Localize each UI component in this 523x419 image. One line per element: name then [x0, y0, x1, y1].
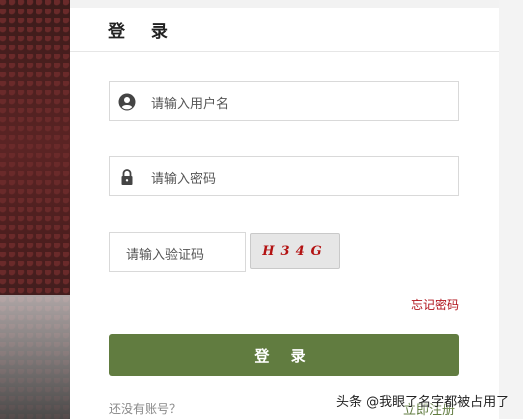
captcha-placeholder: 请输入验证码 — [126, 248, 205, 263]
username-field[interactable]: 请输入用户名 — [109, 81, 459, 121]
login-panel: 登 录 请输入用户名 请输入密码 请输入验证码 H34G 忘记密码 登 录 还没… — [70, 8, 499, 419]
user-icon — [118, 93, 136, 111]
password-placeholder: 请输入密码 — [151, 172, 217, 187]
page-title: 登 录 — [108, 22, 178, 42]
forgot-password-link[interactable]: 忘记密码 — [411, 296, 459, 313]
password-field[interactable]: 请输入密码 — [109, 156, 459, 196]
background-right — [499, 0, 523, 419]
login-button[interactable]: 登 录 — [109, 334, 459, 376]
panel-header: 登 录 — [70, 8, 499, 52]
lock-icon — [118, 168, 136, 186]
background-photo — [0, 0, 70, 419]
username-placeholder: 请输入用户名 — [151, 97, 230, 112]
register-link[interactable]: 立即注册 — [403, 399, 455, 418]
captcha-image[interactable]: H34G — [250, 233, 340, 269]
no-account-text: 还没有账号？ — [109, 402, 182, 416]
captcha-input[interactable]: 请输入验证码 — [109, 232, 246, 272]
